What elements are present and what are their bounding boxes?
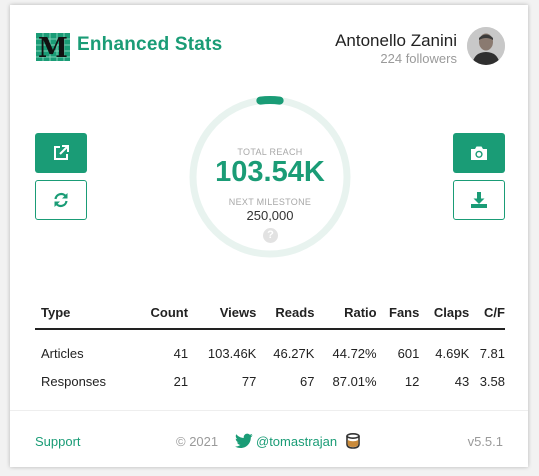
table-cell: 46.27K [273, 346, 315, 361]
download-button[interactable] [453, 180, 505, 220]
refresh-button[interactable] [35, 180, 87, 220]
column-header: Type [35, 300, 136, 330]
copyright: © 2021 [176, 434, 219, 449]
table-cell: 3.58 [479, 373, 505, 389]
open-stats-button[interactable] [35, 133, 87, 173]
table-header-row: Type Count Views Reads Ratio Fans Claps … [35, 300, 505, 330]
table-cell: 67 [299, 373, 315, 389]
table-cell: 41 [173, 346, 189, 361]
table-row: Articles 41 103.46K 46.27K 44.72% 601 4.… [35, 329, 505, 367]
footer-divider [10, 410, 528, 411]
twitter-icon[interactable] [235, 433, 253, 449]
version-label: v5.5.1 [467, 434, 503, 449]
column-header: Fans [376, 300, 420, 330]
column-header: Views [188, 300, 257, 330]
user-name: Antonello Zanini [335, 31, 457, 50]
next-milestone-value: 250,000 [246, 208, 294, 223]
reach-summary: TOTAL REACH 103.54K NEXT MILESTONE 250,0… [188, 95, 352, 259]
table-cell: 43 [454, 373, 470, 389]
column-header: C/F [469, 300, 505, 330]
table-row: Responses 21 77 67 87.01% 12 43 3.58 [35, 367, 505, 395]
table-cell: 21 [173, 373, 189, 389]
stats-table: Type Count Views Reads Ratio Fans Claps … [35, 300, 505, 395]
column-header: Count [135, 300, 189, 330]
table-cell: Articles [41, 346, 84, 361]
avatar[interactable] [467, 27, 505, 65]
support-link[interactable]: Support [35, 434, 81, 449]
follower-count: 224 followers [380, 51, 457, 66]
table-cell: 601 [397, 346, 420, 361]
coffee-icon[interactable] [344, 432, 362, 450]
screenshot-button[interactable] [453, 133, 505, 173]
refresh-icon [54, 192, 68, 208]
medium-logo-icon: M [36, 33, 70, 61]
download-icon [471, 192, 487, 208]
next-milestone-label: NEXT MILESTONE [228, 197, 312, 207]
column-header: Reads [256, 300, 315, 330]
avatar-photo [467, 27, 505, 65]
column-header: Ratio [314, 300, 377, 330]
svg-text:M: M [38, 33, 68, 61]
column-header: Claps [419, 300, 470, 330]
help-icon[interactable]: ? [263, 228, 278, 243]
table-cell: 4.69K [435, 346, 470, 361]
external-link-icon [54, 145, 69, 160]
table-cell: 12 [404, 373, 420, 389]
table-cell: Responses [41, 373, 107, 389]
table-cell: 77 [241, 373, 257, 389]
total-reach-value: 103.54K [215, 156, 325, 188]
table-cell: 7.81 [479, 346, 505, 361]
table-cell: 87.01% [332, 373, 377, 389]
camera-icon [471, 146, 487, 160]
table-cell: 103.46K [207, 346, 257, 361]
twitter-handle-link[interactable]: @tomastrajan [256, 434, 337, 449]
app-title: Enhanced Stats [77, 34, 223, 55]
table-cell: 44.72% [332, 346, 377, 361]
